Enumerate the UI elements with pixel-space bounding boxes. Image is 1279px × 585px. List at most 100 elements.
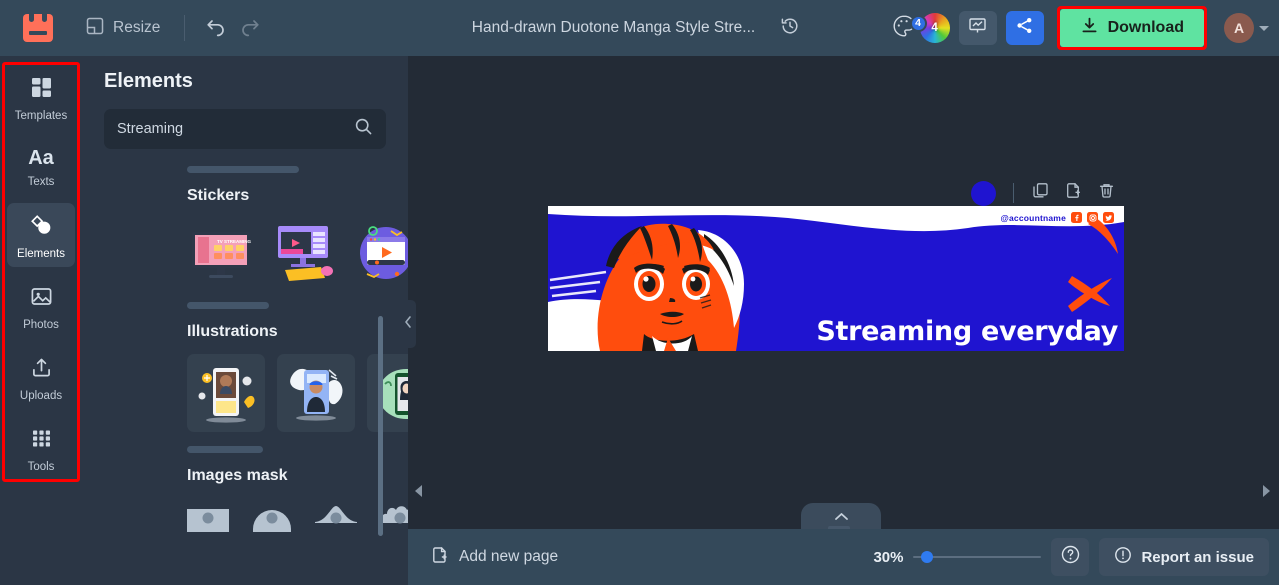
download-highlight: Download [1056, 6, 1207, 50]
undo-button[interactable] [199, 11, 233, 45]
section-title-illustrations: Illustrations [187, 323, 278, 340]
panel-scrollbar[interactable] [378, 316, 383, 536]
resize-label: Resize [113, 19, 161, 36]
undo-arrow-icon [205, 15, 227, 42]
add-new-page-button[interactable]: Add new page [431, 546, 558, 569]
stickers-row: TV STREAMING [187, 218, 408, 288]
twitter-icon [1103, 212, 1114, 223]
resize-button[interactable]: Resize [76, 11, 170, 46]
account-handle: @accountname [1000, 212, 1066, 223]
page-add-icon [1065, 182, 1082, 204]
object-toolbar-divider [1013, 183, 1014, 203]
section-title-stickers: Stickers [187, 187, 250, 204]
design-artboard[interactable]: @accountname Streaming everyday [548, 206, 1124, 351]
sidebar-item-elements[interactable]: Elements [7, 203, 75, 267]
share-icon [1015, 16, 1034, 40]
top-toolbar: Resize Hand-drawn Duotone Manga Style St… [0, 0, 1279, 56]
mask-cloud[interactable] [379, 498, 408, 532]
sidebar-item-photos[interactable]: Photos [7, 275, 75, 338]
bottom-bar-right: 30% Report an issue [873, 538, 1279, 576]
mask-peak[interactable] [315, 498, 357, 532]
illustration-card[interactable] [367, 354, 408, 432]
sidebar-item-label: Templates [14, 110, 68, 122]
canvas-scroll-left[interactable] [414, 484, 424, 503]
design-slogan: Streaming everyday [816, 316, 1118, 347]
chevron-up-icon [834, 508, 849, 526]
zoom-slider-knob[interactable] [921, 551, 934, 563]
illustration-card[interactable] [187, 354, 265, 432]
toolbar-divider [184, 15, 186, 41]
mask-rectangle[interactable] [187, 498, 229, 532]
sidebar-item-label: Elements [17, 248, 65, 260]
zoom-slider[interactable] [913, 547, 1042, 567]
sidebar-item-label: Photos [23, 319, 59, 331]
palette-count-badge: 4 [909, 14, 927, 32]
section-pill [187, 302, 269, 309]
duplicate-icon [1032, 182, 1049, 204]
social-handle-group: @accountname [1001, 212, 1114, 223]
sidebar-item-templates[interactable]: Templates [7, 66, 75, 129]
upload-icon [30, 356, 53, 384]
sticker-thumbnail[interactable] [269, 218, 339, 288]
canvas-area[interactable]: @accountname Streaming everyday [408, 56, 1279, 537]
delete-button[interactable] [1092, 179, 1120, 207]
version-history-button[interactable] [773, 11, 807, 45]
section-pill [187, 166, 299, 173]
brand-palette-button[interactable]: 4 4 [891, 13, 950, 44]
search-input[interactable] [117, 121, 354, 137]
fill-color-swatch[interactable] [971, 180, 996, 206]
sidebar-item-label: Uploads [19, 390, 63, 402]
bottom-bar: Add new page 30% Report an issue [408, 529, 1279, 585]
account-menu[interactable]: A [1224, 13, 1269, 43]
text-aa-icon: Aa [28, 147, 54, 169]
resize-icon [86, 17, 104, 40]
add-new-page-label: Add new page [459, 548, 559, 565]
app-root: Resize Hand-drawn Duotone Manga Style St… [0, 0, 1279, 585]
elements-panel: Elements Stickers TV STREAMING [82, 56, 408, 585]
left-sidebar: Templates Aa Texts Elements Photos Uploa… [0, 56, 82, 585]
illustration-card[interactable] [277, 354, 355, 432]
photo-icon [30, 285, 53, 313]
canvas-scroll-right[interactable] [1261, 484, 1271, 503]
dots-grid-icon [30, 427, 53, 455]
alert-circle-icon [1114, 546, 1132, 568]
present-button[interactable] [958, 11, 997, 45]
app-logo[interactable] [0, 13, 76, 42]
panel-title: Elements [104, 70, 193, 92]
mask-dome[interactable] [251, 498, 293, 532]
report-issue-label: Report an issue [1141, 548, 1254, 566]
duplicate-button[interactable] [1026, 179, 1054, 207]
download-label: Download [1107, 19, 1184, 36]
sidebar-item-uploads[interactable]: Uploads [7, 346, 75, 409]
panel-collapse-button[interactable] [400, 300, 416, 348]
help-button[interactable] [1051, 538, 1090, 576]
search-icon[interactable] [354, 117, 373, 141]
redo-arrow-icon [239, 15, 261, 42]
sidebar-item-texts[interactable]: Aa Texts [7, 137, 75, 195]
search-box[interactable] [104, 109, 386, 149]
crown-logo-icon [23, 13, 53, 42]
download-button[interactable]: Download [1059, 9, 1204, 47]
facebook-icon [1071, 212, 1082, 223]
download-icon [1080, 16, 1099, 40]
sticker-thumbnail[interactable]: TV STREAMING [187, 218, 257, 288]
trash-icon [1098, 182, 1115, 204]
sidebar-item-label: Texts [27, 176, 55, 188]
version-history-icon [780, 16, 800, 41]
add-page-button[interactable] [1059, 179, 1087, 207]
sidebar-item-tools[interactable]: Tools [7, 417, 75, 480]
sidebar-item-label: Tools [27, 461, 55, 473]
section-title-images-mask: Images mask [187, 467, 288, 484]
help-question-icon [1060, 544, 1081, 570]
chevron-down-icon [1259, 25, 1269, 31]
shapes-icon [29, 213, 53, 242]
report-issue-button[interactable]: Report an issue [1099, 538, 1269, 576]
document-title[interactable]: Hand-drawn Duotone Manga Style Stre... [472, 19, 755, 37]
redo-button[interactable] [233, 11, 267, 45]
zoom-level-label: 30% [873, 548, 904, 566]
page-add-icon [431, 546, 449, 569]
share-button[interactable] [1005, 11, 1044, 45]
chevron-left-icon [403, 315, 413, 334]
masks-row [187, 498, 408, 532]
sticker-thumbnail[interactable] [351, 218, 408, 288]
